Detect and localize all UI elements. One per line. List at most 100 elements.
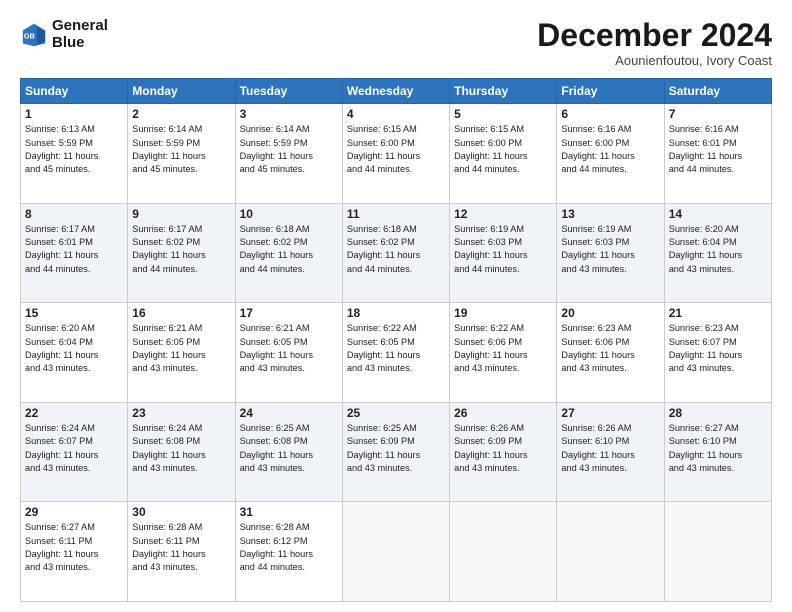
week-row-1: 1 Sunrise: 6:13 AMSunset: 5:59 PMDaylight…	[21, 104, 772, 204]
header: GB General Blue December 2024 Aounienfou…	[20, 18, 772, 68]
logo-text: General Blue	[52, 18, 108, 51]
day-header-friday: Friday	[557, 79, 664, 104]
calendar-cell: 4 Sunrise: 6:15 AMSunset: 6:00 PMDaylight…	[342, 104, 449, 204]
day-header-saturday: Saturday	[664, 79, 771, 104]
month-title: December 2024	[537, 18, 772, 53]
day-number: 26	[454, 406, 552, 420]
day-info: Sunrise: 6:15 AMSunset: 6:00 PMDaylight:…	[454, 123, 552, 176]
calendar-cell: 19 Sunrise: 6:22 AMSunset: 6:06 PMDayligh…	[450, 303, 557, 403]
week-row-4: 22 Sunrise: 6:24 AMSunset: 6:07 PMDayligh…	[21, 402, 772, 502]
day-info: Sunrise: 6:25 AMSunset: 6:08 PMDaylight:…	[240, 422, 338, 475]
calendar-cell: 16 Sunrise: 6:21 AMSunset: 6:05 PMDayligh…	[128, 303, 235, 403]
day-info: Sunrise: 6:28 AMSunset: 6:11 PMDaylight:…	[132, 521, 230, 574]
day-number: 4	[347, 107, 445, 121]
day-info: Sunrise: 6:17 AMSunset: 6:02 PMDaylight:…	[132, 223, 230, 276]
calendar-cell: 11 Sunrise: 6:18 AMSunset: 6:02 PMDayligh…	[342, 203, 449, 303]
day-number: 18	[347, 306, 445, 320]
day-number: 19	[454, 306, 552, 320]
day-info: Sunrise: 6:15 AMSunset: 6:00 PMDaylight:…	[347, 123, 445, 176]
calendar-cell: 31 Sunrise: 6:28 AMSunset: 6:12 PMDayligh…	[235, 502, 342, 602]
calendar-cell: 26 Sunrise: 6:26 AMSunset: 6:09 PMDayligh…	[450, 402, 557, 502]
day-number: 21	[669, 306, 767, 320]
day-number: 14	[669, 207, 767, 221]
day-number: 12	[454, 207, 552, 221]
day-header-thursday: Thursday	[450, 79, 557, 104]
day-info: Sunrise: 6:17 AMSunset: 6:01 PMDaylight:…	[25, 223, 123, 276]
calendar-cell	[557, 502, 664, 602]
day-header-monday: Monday	[128, 79, 235, 104]
calendar-cell: 10Sunrise: 6:18 AMSunset: 6:02 PMDayligh…	[235, 203, 342, 303]
day-info: Sunrise: 6:28 AMSunset: 6:12 PMDaylight:…	[240, 521, 338, 574]
calendar-cell: 5 Sunrise: 6:15 AMSunset: 6:00 PMDaylight…	[450, 104, 557, 204]
calendar-cell: 1 Sunrise: 6:13 AMSunset: 5:59 PMDaylight…	[21, 104, 128, 204]
calendar-cell: 14 Sunrise: 6:20 AMSunset: 6:04 PMDayligh…	[664, 203, 771, 303]
calendar-cell: 25 Sunrise: 6:25 AMSunset: 6:09 PMDayligh…	[342, 402, 449, 502]
logo: GB General Blue	[20, 18, 108, 51]
day-number: 1	[25, 107, 123, 121]
page: GB General Blue December 2024 Aounienfou…	[0, 0, 792, 612]
calendar-cell: 27Sunrise: 6:26 AMSunset: 6:10 PMDayligh…	[557, 402, 664, 502]
day-info: Sunrise: 6:27 AMSunset: 6:11 PMDaylight:…	[25, 521, 123, 574]
day-number: 28	[669, 406, 767, 420]
day-number: 3	[240, 107, 338, 121]
day-info: Sunrise: 6:20 AMSunset: 6:04 PMDaylight:…	[25, 322, 123, 375]
svg-text:GB: GB	[24, 31, 36, 40]
calendar-cell	[664, 502, 771, 602]
calendar-cell: 2 Sunrise: 6:14 AMSunset: 5:59 PMDaylight…	[128, 104, 235, 204]
day-header-wednesday: Wednesday	[342, 79, 449, 104]
day-info: Sunrise: 6:14 AMSunset: 5:59 PMDaylight:…	[132, 123, 230, 176]
day-number: 30	[132, 505, 230, 519]
calendar-cell	[342, 502, 449, 602]
day-info: Sunrise: 6:23 AMSunset: 6:06 PMDaylight:…	[561, 322, 659, 375]
day-info: Sunrise: 6:21 AMSunset: 6:05 PMDaylight:…	[132, 322, 230, 375]
day-info: Sunrise: 6:13 AMSunset: 5:59 PMDaylight:…	[25, 123, 123, 176]
header-right: December 2024 Aounienfoutou, Ivory Coast	[537, 18, 772, 68]
day-number: 13	[561, 207, 659, 221]
day-info: Sunrise: 6:25 AMSunset: 6:09 PMDaylight:…	[347, 422, 445, 475]
day-number: 20	[561, 306, 659, 320]
day-number: 6	[561, 107, 659, 121]
day-number: 27	[561, 406, 659, 420]
day-info: Sunrise: 6:21 AMSunset: 6:05 PMDaylight:…	[240, 322, 338, 375]
logo-icon: GB	[20, 21, 48, 49]
day-number: 25	[347, 406, 445, 420]
calendar-table: SundayMondayTuesdayWednesdayThursdayFrid…	[20, 78, 772, 602]
calendar-cell: 17Sunrise: 6:21 AMSunset: 6:05 PMDayligh…	[235, 303, 342, 403]
calendar-cell: 3 Sunrise: 6:14 AMSunset: 5:59 PMDaylight…	[235, 104, 342, 204]
day-number: 29	[25, 505, 123, 519]
calendar-cell: 28 Sunrise: 6:27 AMSunset: 6:10 PMDayligh…	[664, 402, 771, 502]
day-number: 24	[240, 406, 338, 420]
calendar-cell: 13 Sunrise: 6:19 AMSunset: 6:03 PMDayligh…	[557, 203, 664, 303]
day-info: Sunrise: 6:19 AMSunset: 6:03 PMDaylight:…	[561, 223, 659, 276]
calendar-cell: 8Sunrise: 6:17 AMSunset: 6:01 PMDaylight…	[21, 203, 128, 303]
day-number: 16	[132, 306, 230, 320]
day-info: Sunrise: 6:26 AMSunset: 6:09 PMDaylight:…	[454, 422, 552, 475]
day-number: 11	[347, 207, 445, 221]
day-info: Sunrise: 6:27 AMSunset: 6:10 PMDaylight:…	[669, 422, 767, 475]
calendar-cell: 9Sunrise: 6:17 AMSunset: 6:02 PMDaylight…	[128, 203, 235, 303]
calendar-cell: 23Sunrise: 6:24 AMSunset: 6:08 PMDayligh…	[128, 402, 235, 502]
day-number: 5	[454, 107, 552, 121]
day-info: Sunrise: 6:24 AMSunset: 6:07 PMDaylight:…	[25, 422, 123, 475]
logo-line1: General	[52, 18, 108, 35]
day-info: Sunrise: 6:18 AMSunset: 6:02 PMDaylight:…	[347, 223, 445, 276]
day-number: 7	[669, 107, 767, 121]
day-info: Sunrise: 6:18 AMSunset: 6:02 PMDaylight:…	[240, 223, 338, 276]
day-info: Sunrise: 6:20 AMSunset: 6:04 PMDaylight:…	[669, 223, 767, 276]
calendar-cell: 7Sunrise: 6:16 AMSunset: 6:01 PMDaylight…	[664, 104, 771, 204]
week-row-5: 29 Sunrise: 6:27 AMSunset: 6:11 PMDayligh…	[21, 502, 772, 602]
day-info: Sunrise: 6:14 AMSunset: 5:59 PMDaylight:…	[240, 123, 338, 176]
calendar-header-row: SundayMondayTuesdayWednesdayThursdayFrid…	[21, 79, 772, 104]
calendar-cell: 18 Sunrise: 6:22 AMSunset: 6:05 PMDayligh…	[342, 303, 449, 403]
day-number: 15	[25, 306, 123, 320]
day-number: 31	[240, 505, 338, 519]
day-number: 2	[132, 107, 230, 121]
logo-line2: Blue	[52, 35, 108, 52]
day-info: Sunrise: 6:23 AMSunset: 6:07 PMDaylight:…	[669, 322, 767, 375]
day-number: 22	[25, 406, 123, 420]
day-info: Sunrise: 6:22 AMSunset: 6:05 PMDaylight:…	[347, 322, 445, 375]
calendar-cell: 22 Sunrise: 6:24 AMSunset: 6:07 PMDayligh…	[21, 402, 128, 502]
day-info: Sunrise: 6:16 AMSunset: 6:00 PMDaylight:…	[561, 123, 659, 176]
day-info: Sunrise: 6:22 AMSunset: 6:06 PMDaylight:…	[454, 322, 552, 375]
day-info: Sunrise: 6:19 AMSunset: 6:03 PMDaylight:…	[454, 223, 552, 276]
